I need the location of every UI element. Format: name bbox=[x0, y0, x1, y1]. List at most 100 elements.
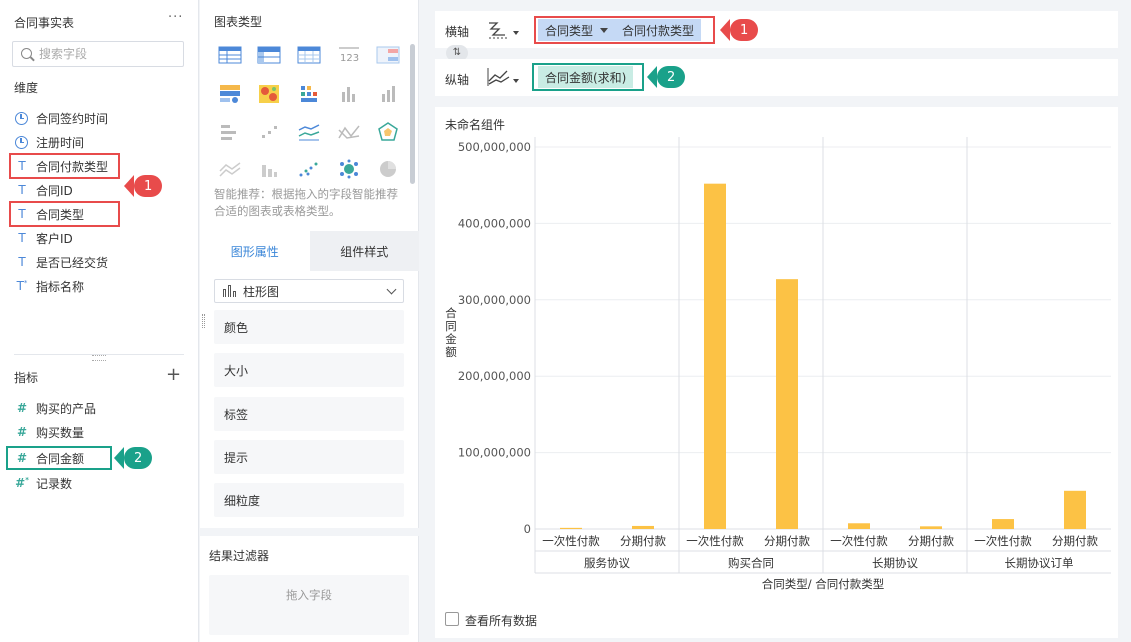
x-tick-label: 一次性付款 bbox=[830, 534, 888, 548]
chart-widget: 未命名组件 0 100,000,000 200,000,000 300,000,000… bbox=[435, 107, 1118, 638]
text-type-icon: T* bbox=[16, 279, 28, 293]
x-tick-label: 一次性付款 bbox=[542, 534, 600, 548]
y-tick-label: 0 bbox=[524, 522, 531, 536]
bar bbox=[704, 183, 726, 529]
dataset-title: 合同事实表 bbox=[14, 16, 75, 30]
x-tick-label: 分期付款 bbox=[620, 534, 666, 548]
prop-size[interactable]: 大小 bbox=[214, 353, 404, 387]
bar-chart-icon[interactable] bbox=[337, 84, 361, 104]
group-label: 长期协议 bbox=[872, 556, 918, 570]
radar-icon[interactable] bbox=[376, 122, 400, 142]
field-customer-id[interactable]: T 客户ID bbox=[14, 228, 72, 248]
bar-chart: 0 100,000,000 200,000,000 300,000,000 400,00… bbox=[445, 137, 1111, 591]
table-icon[interactable] bbox=[218, 45, 242, 65]
dimension-section-title: 维度 bbox=[14, 81, 39, 95]
bar bbox=[1064, 490, 1086, 529]
bubble-icon[interactable] bbox=[337, 159, 361, 179]
stacked-area-icon[interactable] bbox=[218, 159, 242, 179]
group-label: 服务协议 bbox=[584, 556, 630, 570]
tab-component-style[interactable]: 组件样式 bbox=[309, 231, 419, 271]
bar bbox=[632, 525, 654, 529]
y-tick-label: 200,000,000 bbox=[458, 369, 531, 383]
stacked-bar-icon[interactable] bbox=[376, 84, 400, 104]
field-label: 合同签约时间 bbox=[36, 111, 109, 126]
highlight-box-1b bbox=[9, 201, 120, 227]
line-chart-icon[interactable] bbox=[297, 122, 321, 142]
field-contract-id[interactable]: T 合同ID bbox=[14, 180, 72, 200]
search-icon bbox=[21, 48, 32, 59]
field-delivered[interactable]: T 是否已经交货 bbox=[14, 252, 108, 272]
kpi-card-icon[interactable] bbox=[376, 45, 400, 65]
field-register-time[interactable]: 注册时间 bbox=[14, 132, 84, 152]
kpi-number-icon[interactable]: 123 bbox=[337, 45, 361, 65]
panel-resize-handle[interactable] bbox=[202, 314, 205, 328]
x-tick-label: 一次性付款 bbox=[686, 534, 744, 548]
field-panel: 合同事实表 ··· 维度 合同签约时间 注册时间 T合同付款类型 T合同ID T… bbox=[0, 0, 199, 642]
waterfall-icon[interactable] bbox=[257, 159, 281, 179]
cross-table-icon[interactable] bbox=[257, 45, 281, 65]
caret-down-icon[interactable] bbox=[513, 31, 519, 35]
y-axis-title-char: 额 bbox=[445, 345, 457, 359]
field-purchased-product[interactable]: # 购买的产品 bbox=[14, 398, 96, 418]
heatmap-icon[interactable] bbox=[257, 84, 281, 104]
bar bbox=[776, 279, 798, 529]
field-label: 注册时间 bbox=[36, 135, 85, 150]
field-label: 购买的产品 bbox=[36, 401, 97, 416]
x-tick-label: 分期付款 bbox=[1052, 534, 1098, 548]
area-line-icon[interactable] bbox=[337, 122, 361, 142]
search-box[interactable] bbox=[12, 41, 184, 67]
show-all-data-checkbox[interactable] bbox=[445, 612, 459, 626]
field-purchase-qty[interactable]: # 购买数量 bbox=[14, 422, 84, 442]
y-axis-title-char: 金 bbox=[445, 332, 457, 346]
tab-graphic-properties[interactable]: 图形属性 bbox=[200, 231, 310, 271]
filter-drop-zone[interactable]: 拖入字段 bbox=[209, 575, 409, 635]
horizontal-bar-icon[interactable] bbox=[218, 122, 242, 142]
bar bbox=[848, 523, 870, 529]
x-axis-type-icon[interactable] bbox=[487, 19, 511, 39]
chart-type-select[interactable]: 柱形图 bbox=[214, 279, 404, 303]
x-axis-label: 横轴 bbox=[445, 25, 470, 39]
hash-icon: #* bbox=[15, 476, 29, 490]
bar bbox=[560, 527, 582, 529]
y-tick-label: 500,000,000 bbox=[458, 140, 531, 154]
panel-resize-handle[interactable] bbox=[92, 355, 106, 361]
y-tick-label: 300,000,000 bbox=[458, 293, 531, 307]
highlight-box-2 bbox=[6, 446, 112, 470]
y-tick-label: 400,000,000 bbox=[458, 216, 531, 230]
field-label: 是否已经交货 bbox=[36, 255, 109, 270]
x-axis-title: 合同类型/ 合同付款类型 bbox=[762, 577, 885, 591]
scatter-small-icon[interactable] bbox=[257, 122, 281, 142]
chart-type-value: 柱形图 bbox=[243, 284, 280, 299]
detail-table-icon[interactable] bbox=[297, 45, 321, 65]
pie-chart-icon[interactable] bbox=[376, 159, 400, 179]
color-table-icon[interactable] bbox=[218, 84, 242, 104]
bar bbox=[992, 519, 1014, 529]
y-axis-type-icon[interactable] bbox=[487, 67, 511, 87]
chart-type-title: 图表类型 bbox=[214, 15, 263, 29]
field-record-count[interactable]: #* 记录数 bbox=[14, 473, 72, 493]
y-axis-bar: 纵轴 合同金额(求和) 2 bbox=[435, 59, 1118, 96]
chart-config-panel: 图表类型 123 智能推荐：根据拖入的字段智能推荐合适的图表或表格类型。 图形属… bbox=[200, 0, 419, 642]
dot-matrix-icon[interactable] bbox=[297, 84, 321, 104]
field-metric-name[interactable]: T* 指标名称 bbox=[14, 276, 84, 296]
callout-number: 2 bbox=[124, 447, 153, 469]
more-options-icon[interactable]: ··· bbox=[168, 10, 183, 25]
chart-type-scrollbar[interactable] bbox=[410, 44, 415, 184]
callout-2: 2 bbox=[114, 447, 153, 469]
add-measure-icon[interactable]: + bbox=[166, 366, 181, 384]
caret-down-icon[interactable] bbox=[513, 79, 519, 83]
prop-label[interactable]: 标签 bbox=[214, 397, 404, 431]
field-contract-sign-time[interactable]: 合同签约时间 bbox=[14, 108, 108, 128]
scatter-icon[interactable] bbox=[297, 159, 321, 179]
show-all-data-label: 查看所有数据 bbox=[465, 614, 538, 628]
search-input[interactable] bbox=[39, 45, 179, 63]
prop-color[interactable]: 颜色 bbox=[214, 310, 404, 344]
prop-granularity[interactable]: 细粒度 bbox=[214, 483, 404, 517]
text-type-icon: T bbox=[18, 231, 26, 245]
group-label: 购买合同 bbox=[728, 556, 774, 570]
y-axis-label: 纵轴 bbox=[445, 73, 470, 87]
highlight-box-2 bbox=[532, 63, 644, 91]
prop-tooltip[interactable]: 提示 bbox=[214, 440, 404, 474]
callout-1: 1 bbox=[720, 19, 759, 41]
group-label: 长期协议订单 bbox=[1005, 556, 1074, 570]
